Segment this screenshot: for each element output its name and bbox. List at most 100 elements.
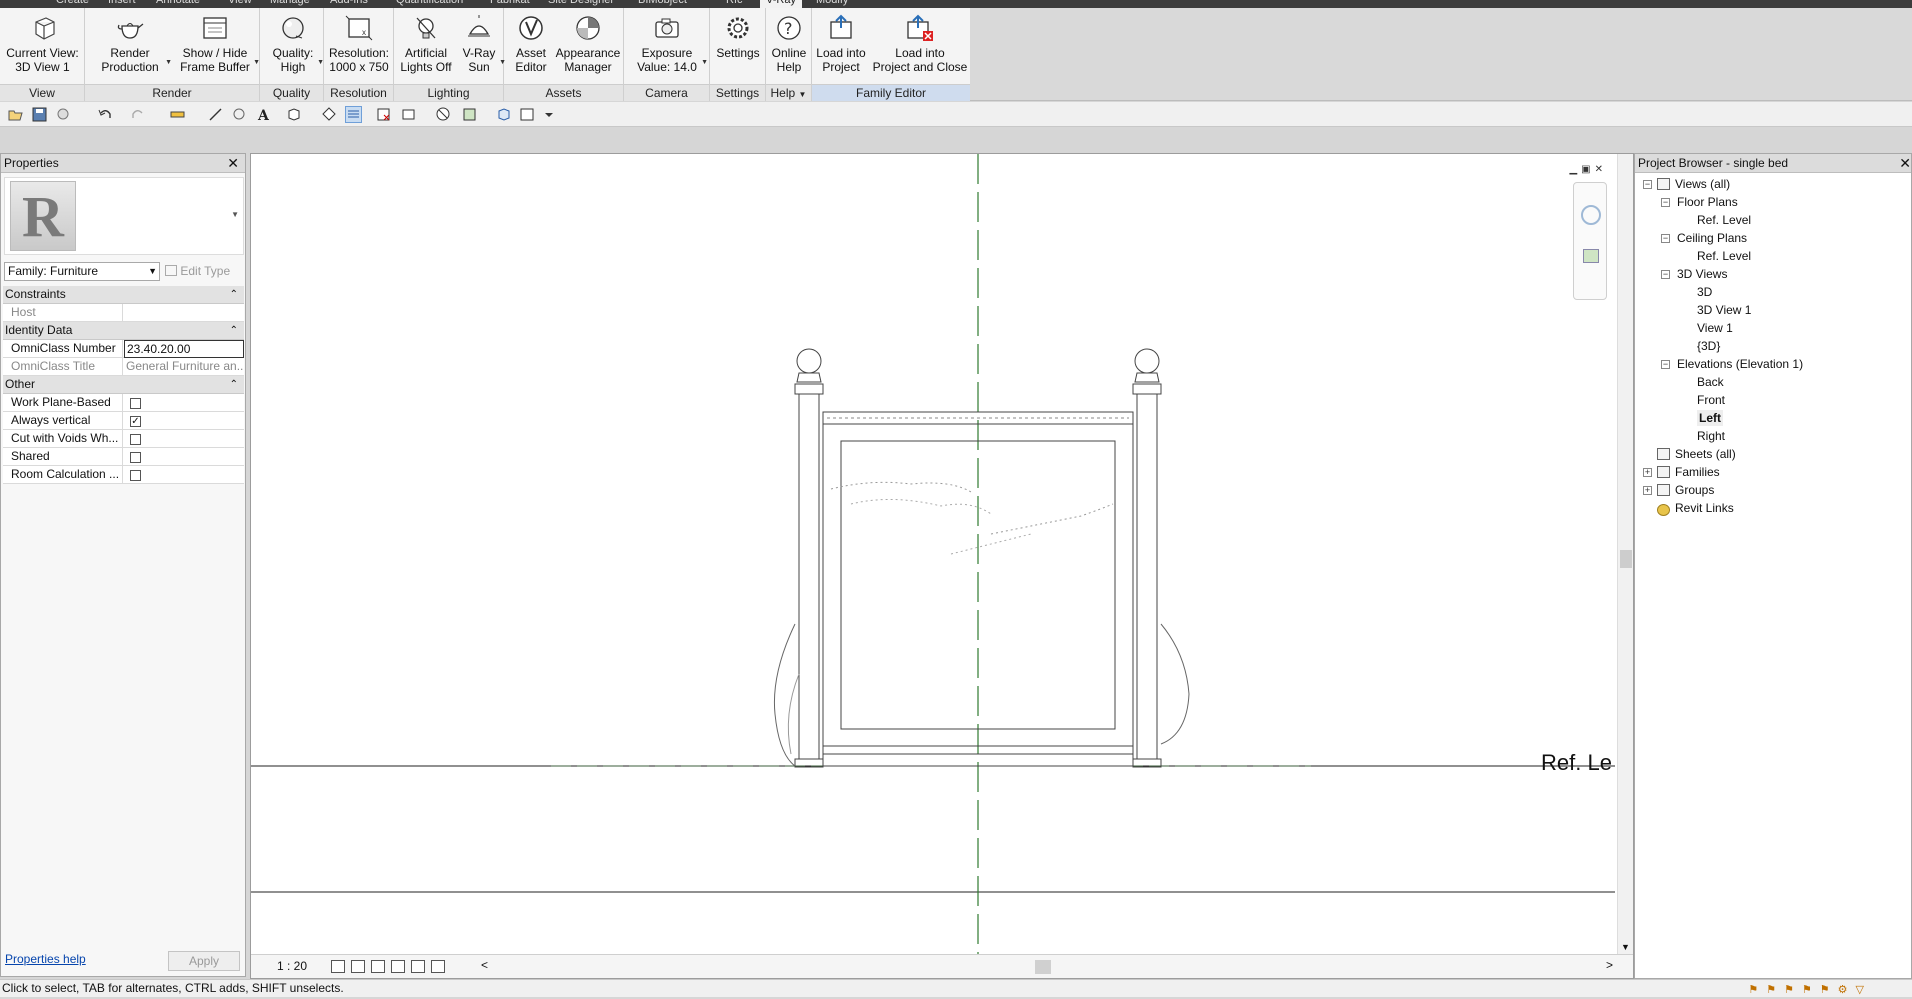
collapse-icon[interactable]: − [1643,180,1652,189]
tree-elevation-left[interactable]: Left [1697,410,1723,426]
vertical-scrollbar[interactable]: ▼ [1617,154,1633,954]
default-3d-view-icon[interactable] [286,107,301,122]
tree-groups[interactable]: Groups [1675,482,1714,498]
restore-icon[interactable]: ▣ [1581,164,1590,175]
quality-button[interactable]: Quality: High ▼ [268,10,324,82]
drawing-canvas[interactable] [251,154,1634,954]
close-icon[interactable]: ✕ [1899,154,1911,173]
section-icon[interactable] [322,107,337,122]
load-into-project-and-close-button[interactable]: Load into Project and Close [872,10,968,82]
current-view-button[interactable]: Current View: 3D View 1 [4,10,81,82]
sun-path-icon[interactable] [371,960,385,973]
redo-icon[interactable] [130,107,145,122]
no-selection-icon[interactable] [436,107,451,122]
always-vertical-checkbox[interactable]: ✓ [130,416,141,427]
tree-3d-view-1[interactable]: 3D View 1 [1697,302,1751,318]
tab-manage[interactable]: Manage [270,0,310,8]
drawing-view[interactable]: Ref. Le ▁ ▣ ✕ ▼ 1 : 20 < > [250,153,1634,979]
panel-title-help[interactable]: Help ▼ [766,84,811,101]
detail-level-icon[interactable] [331,960,345,973]
group-other[interactable]: Other ⌃ [3,376,244,394]
tab-modify[interactable]: Modify [816,0,848,8]
tree-ceiling-plans[interactable]: Ceiling Plans [1677,230,1747,246]
tree-elevations[interactable]: Elevations (Elevation 1) [1677,356,1803,372]
appearance-manager-button[interactable]: Appearance Manager [554,10,622,82]
tab-quantification[interactable]: Quantification [396,0,463,8]
tree-elevation-back[interactable]: Back [1697,374,1724,390]
tab-bimobject[interactable]: BIMobject [638,0,687,8]
tree-view-1[interactable]: View 1 [1697,320,1733,336]
collapse-icon[interactable]: − [1661,270,1670,279]
tag-icon[interactable] [232,107,247,122]
omniclass-number-field[interactable]: 23.40.20.00 [124,340,244,358]
tree-3d-braces[interactable]: {3D} [1697,338,1720,354]
sync-icon[interactable] [56,107,71,122]
collapse-icon[interactable]: − [1661,360,1670,369]
vertical-scroll-thumb[interactable] [1620,550,1632,568]
measure-icon[interactable] [170,107,185,122]
view-cube-icon[interactable] [496,107,511,122]
render-production-button[interactable]: Render Production ▼ [94,10,172,82]
chevron-down-icon[interactable] [542,107,557,122]
settings-button[interactable]: Settings [714,10,762,82]
type-selector[interactable]: R ▼ [4,177,244,255]
close-icon[interactable]: ✕ [1595,164,1603,175]
zoom-icon[interactable] [1583,249,1599,263]
tree-3d-views[interactable]: 3D Views [1677,266,1727,282]
horizontal-scroll-thumb[interactable] [1035,960,1051,974]
family-category-select[interactable]: Family: Furniture ▼ [4,262,160,281]
asset-editor-button[interactable]: Asset Editor [510,10,552,82]
palette-icon[interactable] [520,107,535,122]
visual-style-icon[interactable] [351,960,365,973]
artificial-lights-button[interactable]: Artificial Lights Off [398,10,454,82]
undo-icon[interactable] [98,107,113,122]
group-constraints[interactable]: Constraints ⌃ [3,286,244,304]
ref-level-label[interactable]: Ref. Le [1541,750,1612,776]
tree-families[interactable]: Families [1675,464,1720,480]
tab-site-designer[interactable]: Site Designer [548,0,614,8]
text-icon[interactable]: A [256,107,271,122]
minimize-icon[interactable]: ▁ [1569,164,1577,175]
temporary-hide-icon[interactable] [431,960,445,973]
crop-view-icon[interactable] [411,960,425,973]
work-plane-checkbox[interactable] [130,398,141,409]
frame-buffer-button[interactable]: Show / Hide Frame Buffer ▼ [176,10,260,82]
tree-elevation-front[interactable]: Front [1697,392,1725,408]
close-icon[interactable]: ✕ [227,154,239,173]
tab-insert[interactable]: Insert [108,0,136,8]
save-icon[interactable] [32,107,47,122]
open-icon[interactable] [8,107,23,122]
expand-icon[interactable]: + [1643,486,1652,495]
tree-floor-plan-ref-level[interactable]: Ref. Level [1697,212,1751,228]
tab-fabrikat[interactable]: Fabrikat [490,0,530,8]
exposure-value-button[interactable]: Exposure Value: 14.0 ▼ [632,10,708,82]
tree-ceiling-plan-ref-level[interactable]: Ref. Level [1697,248,1751,264]
tab-vray[interactable]: V-Ray [760,0,802,8]
collapse-icon[interactable]: − [1661,198,1670,207]
online-help-button[interactable]: ? Online Help [768,10,810,82]
tree-elevation-right[interactable]: Right [1697,428,1725,444]
properties-help-link[interactable]: Properties help [5,952,86,966]
tab-create[interactable]: Create [56,0,89,8]
shadows-icon[interactable] [391,960,405,973]
close-hidden-windows-icon[interactable] [376,107,391,122]
tree-views-all[interactable]: Views (all) [1675,176,1730,192]
group-identity-data[interactable]: Identity Data ⌃ [3,322,244,340]
apply-button[interactable]: Apply [168,951,240,971]
tree-3d[interactable]: 3D [1697,284,1712,300]
tab-rfc[interactable]: Rfc [726,0,743,8]
selection-filter-icons[interactable]: ⚑⚑⚑⚑⚑⚙▽ [1748,982,1872,999]
tool-icon[interactable] [462,107,477,122]
scroll-right-icon[interactable]: > [1606,958,1613,972]
load-into-project-button[interactable]: Load into Project [814,10,868,82]
cut-voids-checkbox[interactable] [130,434,141,445]
tab-add-ins[interactable]: Add-Ins [330,0,368,8]
tree-revit-links[interactable]: Revit Links [1675,500,1734,516]
resolution-button[interactable]: x Resolution: 1000 x 750 [328,10,390,82]
scroll-down-icon[interactable]: ▼ [1621,942,1630,952]
room-calculation-checkbox[interactable] [130,470,141,481]
tab-view[interactable]: View [228,0,252,8]
edit-type-button[interactable]: Edit Type [165,262,230,281]
aligned-dimension-icon[interactable] [208,107,223,122]
view-scale[interactable]: 1 : 20 [277,959,307,973]
